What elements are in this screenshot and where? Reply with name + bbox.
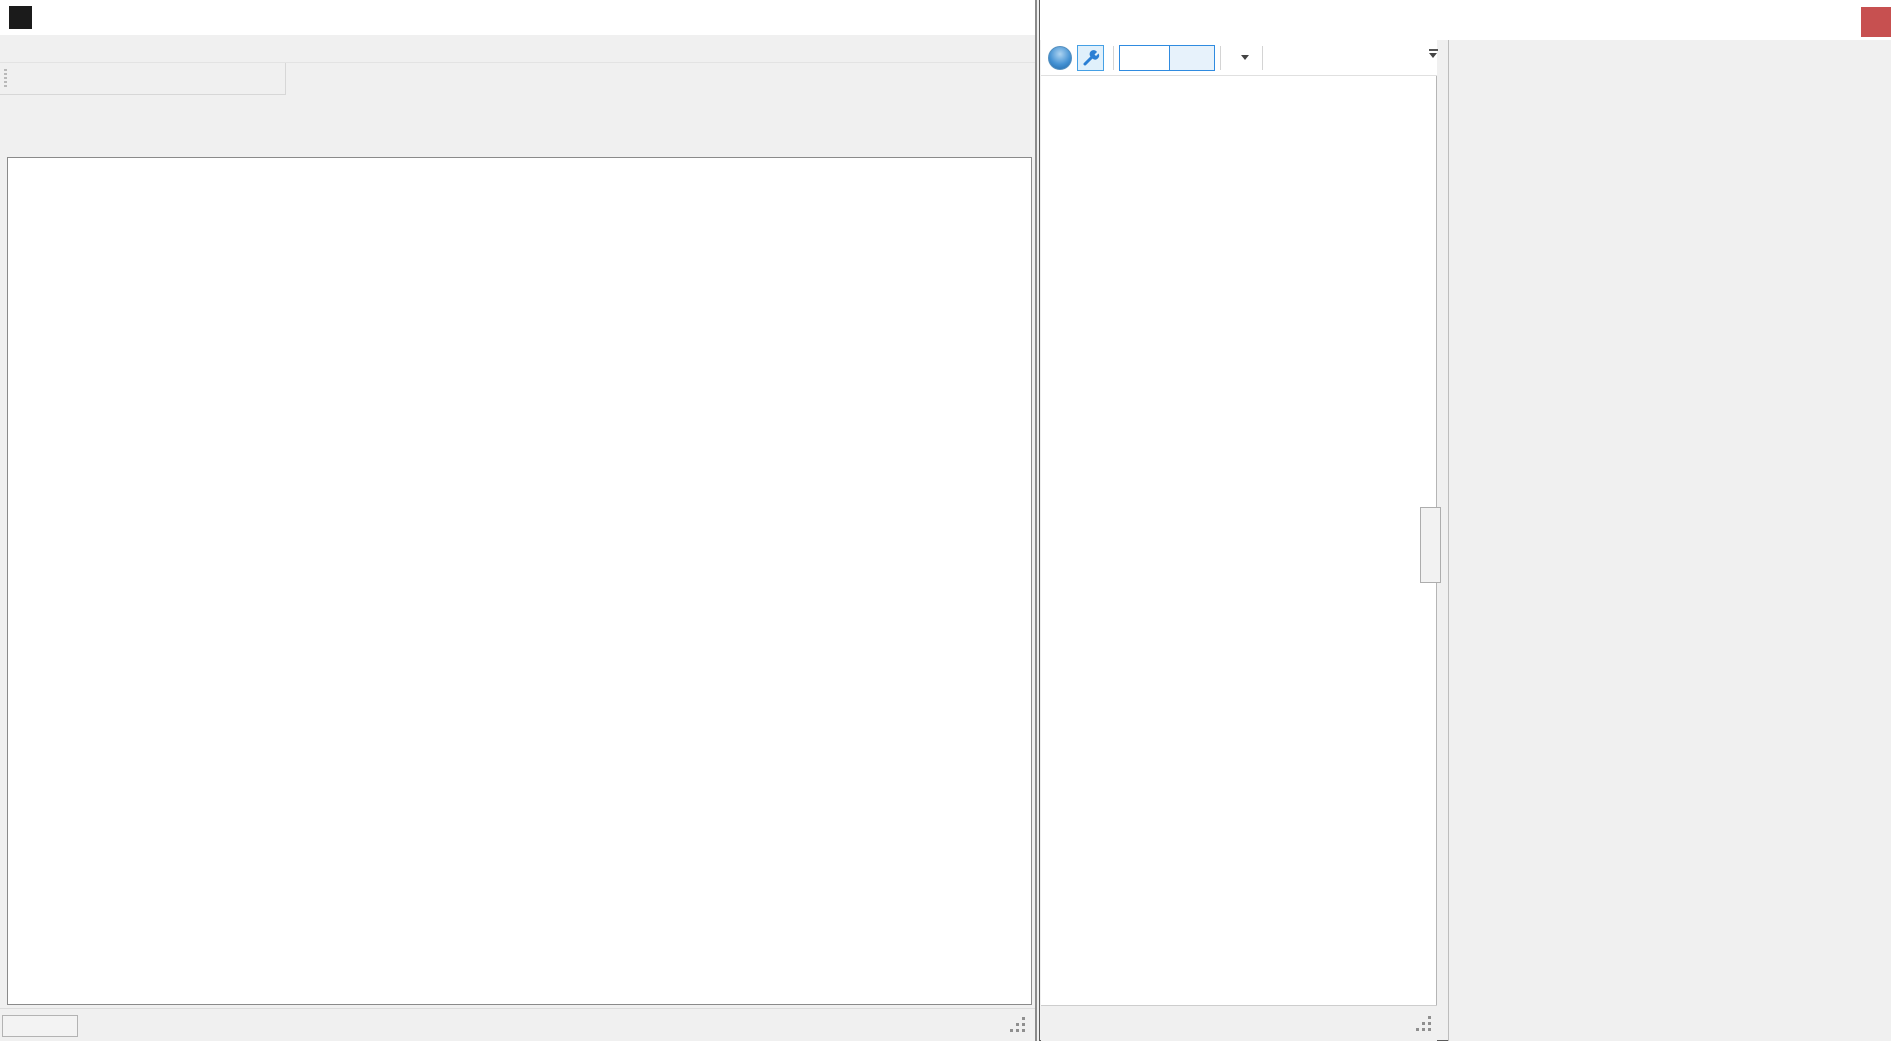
enclosure-titlebar [1040,0,1891,40]
toolbar-overflow-button[interactable] [1427,49,1439,58]
status-panel [2,1015,78,1037]
main-titlebar [0,0,1035,35]
menubar [0,35,1035,63]
wrench-icon[interactable] [1077,45,1104,71]
panel-collapse-button[interactable] [1420,507,1441,583]
view-tabs [0,128,1035,158]
close-button[interactable] [961,0,1008,35]
maximize-button[interactable] [895,0,942,35]
curve-toggle-row [0,96,1035,128]
resize-grip[interactable] [1010,1017,1026,1033]
toolbar-separator [1262,46,1263,70]
spl-plot [8,158,1031,1004]
wizard-dropdown-button[interactable] [1226,45,1257,71]
duct-drawing [1041,76,1437,1005]
wrench-glyph [1082,49,1100,67]
enclosure-toolbar [1041,40,1437,76]
app-icon [9,6,32,29]
minimize-button[interactable] [829,0,876,35]
resize-grip[interactable] [1416,1016,1432,1032]
enclosure-statusbar [1041,1005,1437,1041]
rear-view-button[interactable] [1170,45,1215,71]
run-icon[interactable] [1048,46,1072,70]
main-statusbar [0,1008,1035,1041]
properties-panel [1448,40,1891,1041]
toolbar-grip[interactable] [4,69,7,89]
spl-chart-panel [7,157,1032,1005]
front-view-button[interactable] [1119,45,1170,71]
enclosure-canvas[interactable] [1041,76,1437,1005]
toolbar-separator [1113,46,1114,70]
enclosure-close-button[interactable] [1861,7,1891,37]
main-toolbar [0,63,286,95]
toolbar-separator [1220,46,1221,70]
enclosure-window [1039,0,1891,1041]
chevron-down-icon [1241,55,1249,60]
main-window [0,0,1037,1041]
